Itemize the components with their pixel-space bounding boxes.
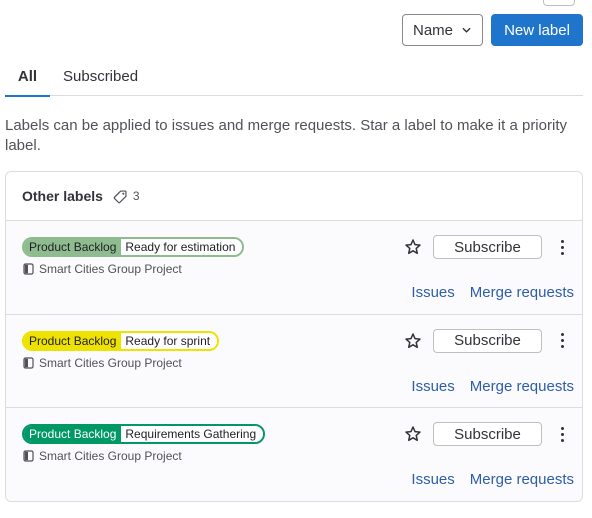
label-project-name: Smart Cities Group Project: [39, 262, 182, 276]
scoped-label[interactable]: Product Backlog Ready for sprint: [22, 330, 220, 351]
label-links: Issues Merge requests: [411, 378, 574, 395]
project-icon: [23, 263, 34, 275]
label-count: 3: [113, 189, 140, 204]
chevron-down-icon: [462, 27, 471, 33]
issues-link[interactable]: Issues: [411, 284, 454, 301]
label-row: Product Backlog Ready for sprint Smart C…: [6, 314, 582, 408]
merge-requests-link[interactable]: Merge requests: [470, 471, 574, 488]
label-value: Ready for sprint: [121, 332, 218, 349]
subscribe-button[interactable]: Subscribe: [433, 422, 542, 446]
labels-toolbar: Name New label: [402, 14, 583, 46]
label-tabs: All Subscribed: [5, 56, 583, 97]
issues-link[interactable]: Issues: [411, 378, 454, 395]
card-header: Other labels 3: [6, 172, 582, 221]
label-project[interactable]: Smart Cities Group Project: [23, 356, 182, 370]
label-list: Product Backlog Ready for estimation Sma…: [6, 221, 582, 501]
subscribe-button[interactable]: Subscribe: [433, 235, 542, 259]
ellipsis-v-icon[interactable]: [556, 423, 568, 445]
ellipsis-v-icon[interactable]: [556, 236, 568, 258]
truncated-control: [543, 0, 575, 6]
label-links: Issues Merge requests: [411, 471, 574, 488]
label-value: Ready for estimation: [121, 239, 243, 255]
issues-link[interactable]: Issues: [411, 471, 454, 488]
project-icon: [23, 450, 34, 462]
subscribe-button[interactable]: Subscribe: [433, 328, 542, 353]
label-scope: Product Backlog: [24, 426, 122, 442]
label-project[interactable]: Smart Cities Group Project: [23, 449, 182, 463]
scoped-label[interactable]: Product Backlog Ready for estimation: [22, 237, 245, 257]
star-icon[interactable]: [403, 237, 423, 257]
merge-requests-link[interactable]: Merge requests: [470, 284, 574, 301]
label-icon: [113, 189, 127, 203]
new-label-button[interactable]: New label: [491, 14, 583, 46]
sort-dropdown[interactable]: Name: [402, 14, 483, 46]
other-labels-card: Other labels 3 Product Backlog Ready for…: [5, 171, 583, 502]
label-row: Product Backlog Requirements Gathering S…: [6, 408, 582, 501]
section-title: Other labels: [22, 188, 103, 204]
label-project-name: Smart Cities Group Project: [39, 355, 182, 370]
tab-subscribed[interactable]: Subscribed: [50, 56, 150, 96]
label-count-value: 3: [132, 189, 140, 203]
label-links: Issues Merge requests: [411, 284, 574, 301]
star-icon[interactable]: [403, 424, 423, 444]
tab-all[interactable]: All: [5, 56, 50, 97]
label-project[interactable]: Smart Cities Group Project: [23, 262, 182, 276]
star-icon[interactable]: [403, 331, 423, 351]
sort-dropdown-label: Name: [413, 21, 454, 39]
labels-description: Labels can be applied to issues and merg…: [5, 117, 567, 154]
label-value: Requirements Gathering: [121, 426, 264, 442]
label-row: Product Backlog Ready for estimation Sma…: [6, 221, 582, 315]
project-icon: [23, 356, 34, 369]
scoped-label[interactable]: Product Backlog Requirements Gathering: [22, 424, 266, 444]
ellipsis-v-icon[interactable]: [556, 330, 568, 352]
label-scope: Product Backlog: [24, 239, 122, 255]
label-project-name: Smart Cities Group Project: [39, 449, 182, 463]
merge-requests-link[interactable]: Merge requests: [470, 378, 574, 395]
label-scope: Product Backlog: [24, 332, 122, 349]
